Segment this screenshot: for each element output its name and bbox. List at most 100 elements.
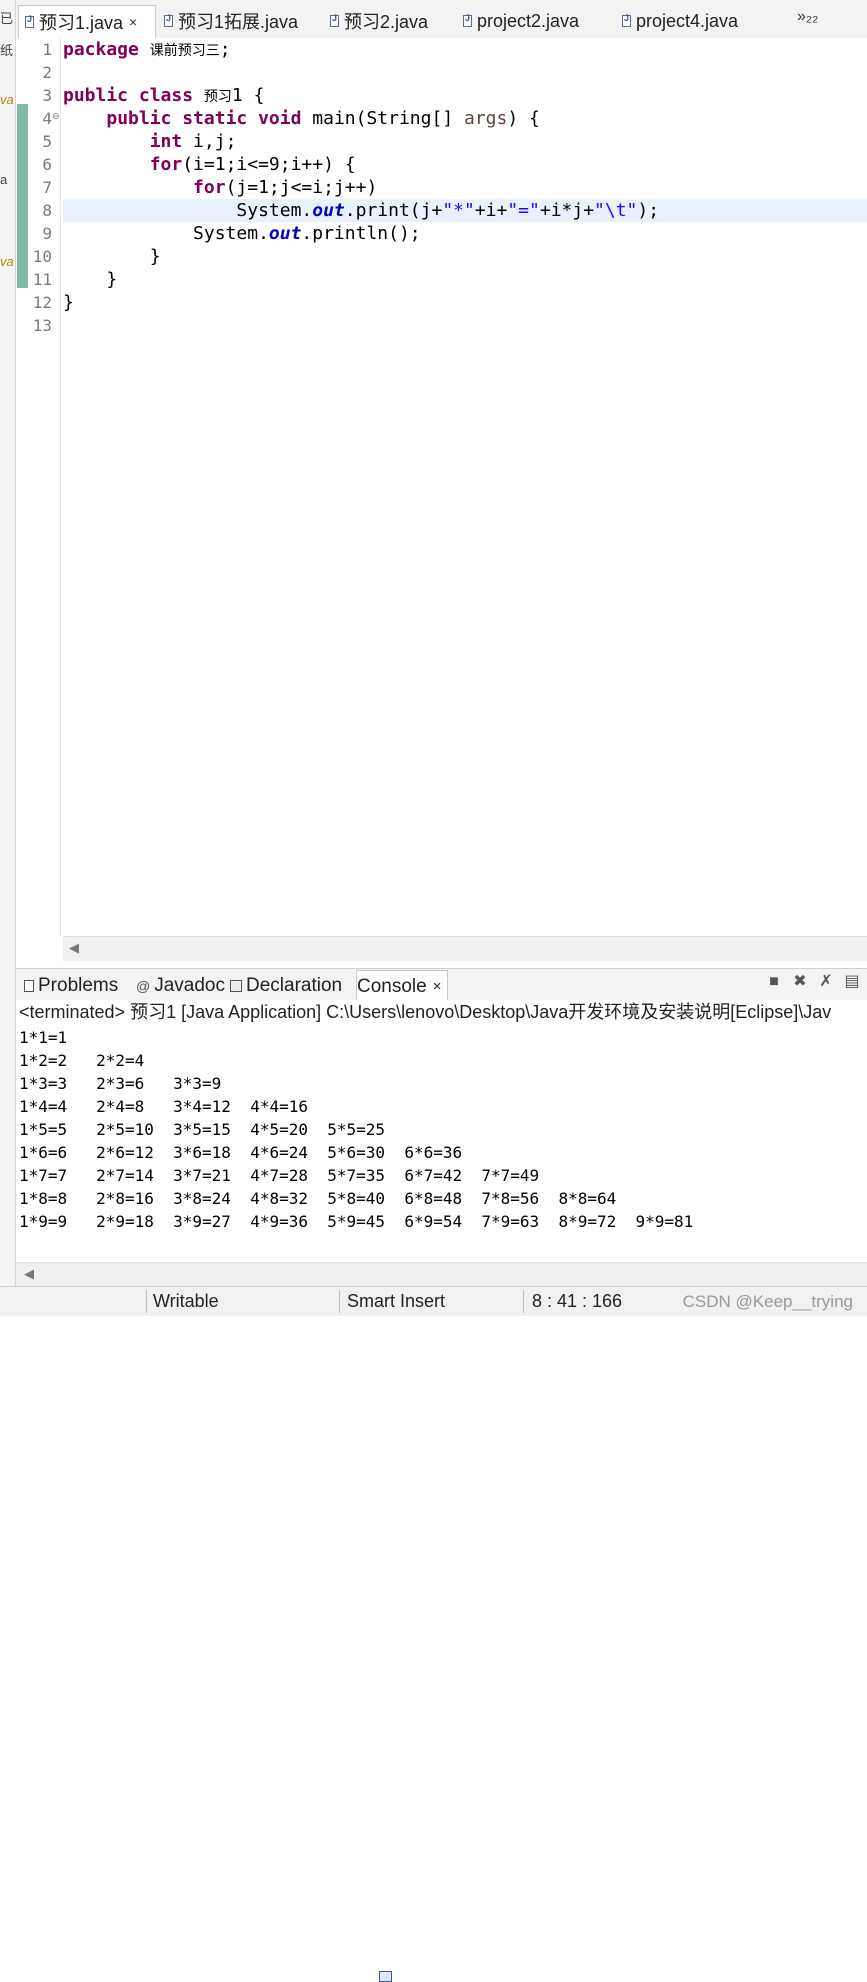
- console-line: 1*3=3 2*3=6 3*3=9: [19, 1074, 222, 1093]
- console-horizontal-scrollbar[interactable]: ◀: [16, 1262, 867, 1287]
- tab-label: Problems: [38, 975, 119, 996]
- line-number: 13: [32, 316, 52, 335]
- static-field: out: [312, 200, 345, 221]
- code-text: }: [149, 246, 161, 267]
- remove-launch-icon[interactable]: ✖: [791, 972, 809, 992]
- line-number: 10: [32, 247, 52, 266]
- tab-yuxi2[interactable]: 预习2.java: [324, 6, 428, 36]
- code-text: );: [637, 200, 660, 221]
- code-line: }: [63, 245, 867, 268]
- line-number: 7: [42, 178, 52, 197]
- code-text: (j=1;j<=i;j++): [225, 177, 378, 198]
- line-number: 6: [42, 155, 52, 174]
- declaration-icon: [230, 980, 242, 992]
- status-bar: Writable Smart Insert 8 : 41 : 166 CSDN …: [0, 1286, 867, 1316]
- fold-icon[interactable]: ⊖: [52, 111, 60, 122]
- console-line: 1*5=5 2*5=10 3*5=15 4*5=20 5*5=25: [19, 1120, 386, 1139]
- tab-label: 预习1拓展.java: [178, 12, 299, 32]
- line-number-gutter: 1 2 3 4 ⊖ 5 6 7 8 9 10 11 12 13: [16, 38, 61, 936]
- line-number: 2: [42, 63, 52, 82]
- status-separator: [146, 1290, 147, 1313]
- console-menu-icon[interactable]: ▤: [843, 972, 861, 992]
- code-text: System.: [193, 223, 269, 244]
- code-line: }: [63, 291, 867, 314]
- tab-overflow-icon[interactable]: »₂₂: [797, 8, 818, 26]
- line-number: 5: [42, 132, 52, 151]
- console-output[interactable]: <terminated> 预习1 [Java Application] C:\U…: [16, 1000, 867, 1262]
- editor-tab-bar: 预习1.java × 预习1拓展.java 预习2.java project2.…: [16, 0, 867, 39]
- line-number: 4: [42, 109, 52, 128]
- tab-label: Javadoc: [154, 975, 225, 996]
- line-number: 12: [32, 293, 52, 312]
- scroll-left-icon[interactable]: ◀: [24, 1266, 34, 1282]
- editor-horizontal-scrollbar[interactable]: ◀: [63, 936, 867, 961]
- keyword: for: [149, 154, 183, 175]
- close-icon[interactable]: ×: [433, 978, 442, 995]
- code-text: System.: [236, 200, 313, 221]
- static-field: out: [268, 223, 302, 244]
- status-separator: [339, 1290, 340, 1313]
- tab-label: 预习1.java: [39, 13, 124, 33]
- tab-project2[interactable]: project2.java: [457, 6, 579, 36]
- keyword: int: [149, 131, 183, 152]
- line-number: 9: [42, 224, 52, 243]
- javadoc-icon: @: [136, 978, 151, 994]
- console-line: 1*9=9 2*9=18 3*9=27 4*9=36 5*9=45 6*9=54…: [19, 1212, 694, 1231]
- remove-all-terminated-icon[interactable]: ✗: [817, 972, 835, 992]
- tab-console[interactable]: Console ×: [356, 970, 449, 1982]
- console-line: 1*7=7 2*7=14 3*7=21 4*7=28 5*7=35 6*7=42…: [19, 1166, 540, 1185]
- code-line: for(j=1;j<=i;j++): [63, 176, 867, 199]
- close-icon[interactable]: ×: [129, 14, 137, 30]
- tab-label: project4.java: [636, 10, 739, 31]
- tab-label: project2.java: [477, 10, 580, 31]
- tab-yuxi1[interactable]: 预习1.java ×: [18, 5, 156, 38]
- tab-label: Console: [357, 975, 427, 997]
- code-text: 1 {: [231, 85, 265, 106]
- string-literal: "\t": [594, 200, 638, 221]
- java-file-icon: [164, 13, 173, 27]
- code-text: (i=1;i<=9;i++) {: [182, 154, 356, 175]
- class-name: 预习: [203, 89, 232, 105]
- console-line: 1*8=8 2*8=16 3*8=24 4*8=32 5*8=40 6*8=48…: [19, 1189, 617, 1208]
- code-text: +i+: [474, 200, 508, 221]
- console-line: 1*6=6 2*6=12 3*6=18 4*6=24 5*6=30 6*6=36: [19, 1143, 463, 1162]
- console-line: 1*2=2 2*2=4: [19, 1051, 145, 1070]
- code-line: int i,j;: [63, 130, 867, 153]
- line-number: 1: [42, 40, 52, 59]
- tab-javadoc[interactable]: @ Javadoc: [130, 972, 225, 1000]
- strip-fragment: va: [0, 92, 14, 107]
- strip-fragment: a: [0, 172, 8, 187]
- line-number: 11: [32, 270, 52, 289]
- status-separator: [523, 1290, 524, 1313]
- java-file-icon: [622, 13, 631, 27]
- strip-fragment: 纸: [0, 43, 14, 58]
- java-file-icon: [25, 14, 34, 28]
- current-code-line: System.out.print(j+"*"+i+"="+i*j+"\t");: [63, 199, 867, 222]
- java-file-icon: [330, 13, 339, 27]
- code-line: for(i=1;i<=9;i++) {: [63, 153, 867, 176]
- package-explorer-strip[interactable]: 已 纸 va a va: [0, 0, 16, 1315]
- tab-problems[interactable]: Problems: [18, 972, 118, 1000]
- view-tab-bar: Problems @ Javadoc Declaration Console ×…: [16, 968, 867, 1982]
- code-text: }: [63, 292, 74, 313]
- terminate-icon[interactable]: ■: [765, 972, 783, 992]
- status-insert-mode: Smart Insert: [347, 1291, 446, 1311]
- string-literal: "=": [507, 200, 540, 221]
- tab-declaration[interactable]: Declaration: [224, 972, 342, 1000]
- scroll-left-icon[interactable]: ◀: [69, 940, 79, 956]
- code-text: .print(j+: [344, 200, 443, 221]
- tab-yuxi1-extension[interactable]: 预习1拓展.java: [158, 6, 298, 36]
- code-line: package 课前预习三;: [63, 38, 867, 61]
- keyword: for: [193, 177, 226, 198]
- code-line: System.out.println();: [63, 222, 867, 245]
- parameter: args: [464, 108, 508, 129]
- code-text: .println();: [301, 223, 421, 244]
- tab-project4[interactable]: project4.java: [616, 6, 738, 36]
- line-number: 3: [42, 86, 52, 105]
- tab-label: Declaration: [246, 975, 343, 996]
- problems-icon: [24, 980, 34, 992]
- status-cursor-position: 8 : 41 : 166: [532, 1291, 623, 1311]
- code-editor[interactable]: 1 2 3 4 ⊖ 5 6 7 8 9 10 11 12 13 package …: [16, 38, 867, 961]
- code-text: main(String[]: [301, 108, 464, 129]
- code-line: public static void main(String[] args) {: [63, 107, 867, 130]
